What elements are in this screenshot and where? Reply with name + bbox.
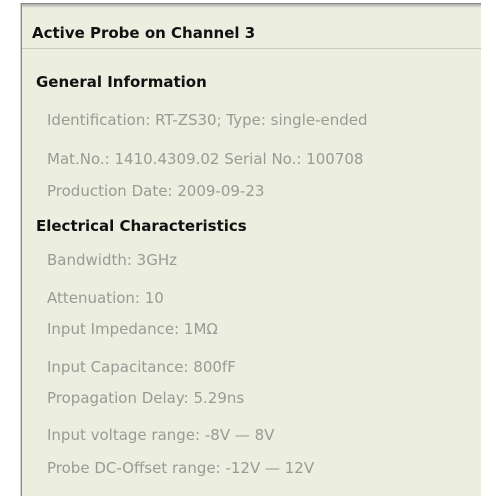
input-voltage-range-text: Input voltage range: -8V — 8V (47, 426, 275, 444)
panel-title: Active Probe on Channel 3 (32, 24, 256, 42)
probe-info-panel: Active Probe on Channel 3 General Inform… (21, 3, 481, 496)
title-divider (22, 48, 481, 49)
production-date-text: Production Date: 2009-09-23 (47, 182, 265, 200)
general-information-heading: General Information (36, 73, 207, 91)
electrical-characteristics-heading: Electrical Characteristics (36, 217, 247, 235)
input-capacitance-text: Input Capacitance: 800fF (47, 358, 236, 376)
attenuation-text: Attenuation: 10 (47, 289, 164, 307)
identification-text: Identification: RT-ZS30; Type: single-en… (47, 111, 368, 129)
bandwidth-text: Bandwidth: 3GHz (47, 251, 177, 269)
input-impedance-text: Input Impedance: 1MΩ (47, 320, 218, 338)
dc-offset-range-text: Probe DC-Offset range: -12V — 12V (47, 459, 315, 477)
propagation-delay-text: Propagation Delay: 5.29ns (47, 389, 245, 407)
material-serial-text: Mat.No.: 1410.4309.02 Serial No.: 100708 (47, 150, 364, 168)
